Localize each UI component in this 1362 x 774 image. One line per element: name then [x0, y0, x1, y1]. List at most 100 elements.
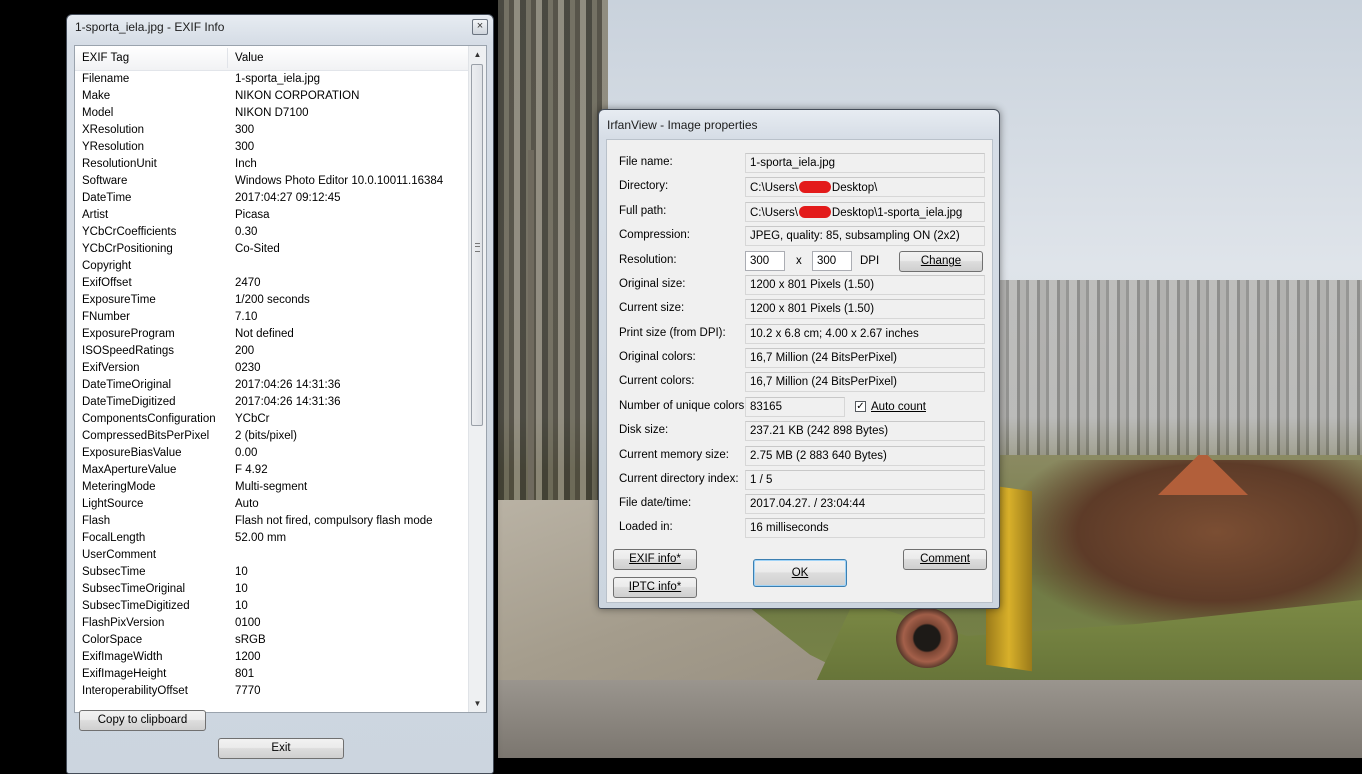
table-row[interactable]: UserComment [75, 547, 471, 564]
exif-tag-cell: FNumber [82, 311, 130, 323]
table-row[interactable]: DateTimeOriginal 2017:04:26 14:31:36 [75, 377, 471, 394]
table-row[interactable]: SubsecTimeDigitized 10 [75, 598, 471, 615]
field-file-datetime[interactable]: 2017.04.27. / 23:04:44 [745, 494, 985, 514]
scroll-down-icon[interactable]: ▼ [469, 695, 486, 712]
exif-tag-cell: DateTimeDigitized [82, 396, 176, 408]
auto-count-checkbox[interactable]: ✓ [855, 401, 866, 412]
field-original-size[interactable]: 1200 x 801 Pixels (1.50) [745, 275, 985, 295]
table-row[interactable]: ExifImageHeight 801 [75, 666, 471, 683]
field-compression[interactable]: JPEG, quality: 85, subsampling ON (2x2) [745, 226, 985, 246]
close-icon[interactable]: × [472, 19, 488, 35]
table-row[interactable]: MeteringMode Multi-segment [75, 479, 471, 496]
resolution-separator: x [796, 255, 802, 267]
table-row[interactable]: Copyright [75, 258, 471, 275]
table-row[interactable]: Model NIKON D7100 [75, 105, 471, 122]
table-row[interactable]: ExposureProgram Not defined [75, 326, 471, 343]
exif-tag-cell: Artist [82, 209, 109, 221]
table-row[interactable]: ExifVersion 0230 [75, 360, 471, 377]
exif-tag-cell: YCbCrPositioning [82, 243, 173, 255]
scroll-up-icon[interactable]: ▲ [469, 46, 486, 63]
table-row[interactable]: Software Windows Photo Editor 10.0.10011.… [75, 173, 471, 190]
props-titlebar[interactable]: IrfanView - Image properties [599, 110, 999, 136]
table-row[interactable]: SubsecTime 10 [75, 564, 471, 581]
table-row[interactable]: ResolutionUnit Inch [75, 156, 471, 173]
table-row[interactable]: SubsecTimeOriginal 10 [75, 581, 471, 598]
concrete-pipe [896, 608, 958, 668]
table-row[interactable]: ColorSpace sRGB [75, 632, 471, 649]
exif-value-cell: NIKON D7100 [235, 107, 309, 119]
table-row[interactable]: ExposureBiasValue 0.00 [75, 445, 471, 462]
table-row[interactable]: MaxApertureValue F 4.92 [75, 462, 471, 479]
exit-button[interactable]: Exit [218, 738, 344, 759]
field-unique-colors[interactable]: 83165 [745, 397, 845, 417]
field-directory[interactable]: C:\Users\ Desktop\ [745, 177, 985, 197]
label-current-colors: Current colors: [619, 375, 695, 387]
table-row[interactable]: ExposureTime 1/200 seconds [75, 292, 471, 309]
table-row[interactable]: Make NIKON CORPORATION [75, 88, 471, 105]
full-path-prefix: C:\Users\ [750, 207, 798, 219]
auto-count-label[interactable]: Auto count [871, 401, 926, 413]
change-button[interactable]: Change [899, 251, 983, 272]
table-row[interactable]: FocalLength 52.00 mm [75, 530, 471, 547]
table-row[interactable]: XResolution 300 [75, 122, 471, 139]
auto-count-text: Auto count [871, 401, 926, 413]
field-disk-size[interactable]: 237.21 KB (242 898 Bytes) [745, 421, 985, 441]
exif-rows: Filename 1-sporta_iela.jpg Make NIKON CORPO… [75, 71, 471, 700]
table-row[interactable]: YCbCrCoefficients 0.30 [75, 224, 471, 241]
table-row[interactable]: ExifOffset 2470 [75, 275, 471, 292]
table-row[interactable]: LightSource Auto [75, 496, 471, 513]
exif-value-cell: 0230 [235, 362, 261, 374]
exif-info-button[interactable]: EXIF info* [613, 549, 697, 570]
exif-value-cell: sRGB [235, 634, 266, 646]
table-row[interactable]: YResolution 300 [75, 139, 471, 156]
exif-value-cell: 2017:04:26 14:31:36 [235, 396, 341, 408]
field-dir-index[interactable]: 1 / 5 [745, 470, 985, 490]
resolution-x-input[interactable]: 300 [745, 251, 785, 271]
copy-to-clipboard-button[interactable]: Copy to clipboard [79, 710, 206, 731]
table-row[interactable]: Artist Picasa [75, 207, 471, 224]
field-current-colors[interactable]: 16,7 Million (24 BitsPerPixel) [745, 372, 985, 392]
scrollbar-thumb[interactable] [471, 64, 483, 426]
vertical-scrollbar[interactable]: ▲ ▼ [468, 46, 486, 712]
table-row[interactable]: CompressedBitsPerPixel 2 (bits/pixel) [75, 428, 471, 445]
resolution-y-input[interactable]: 300 [812, 251, 852, 271]
label-file-name: File name: [619, 156, 673, 168]
table-row[interactable]: Flash Flash not fired, compulsory flash m… [75, 513, 471, 530]
column-separator[interactable] [227, 48, 228, 68]
table-row[interactable]: InteroperabilityOffset 7770 [75, 683, 471, 700]
label-original-size: Original size: [619, 278, 686, 290]
comment-label: Comment [920, 553, 970, 565]
exif-value-cell: 300 [235, 141, 255, 153]
field-memory-size[interactable]: 2.75 MB (2 883 640 Bytes) [745, 446, 985, 466]
exif-list[interactable]: EXIF Tag Value Filename 1-sporta_iela.jpg… [74, 45, 487, 713]
iptc-info-button[interactable]: IPTC info* [613, 577, 697, 598]
label-file-datetime: File date/time: [619, 497, 692, 509]
ok-button[interactable]: OK [753, 559, 847, 587]
table-row[interactable]: ExifImageWidth 1200 [75, 649, 471, 666]
field-current-size[interactable]: 1200 x 801 Pixels (1.50) [745, 299, 985, 319]
comment-button[interactable]: Comment [903, 549, 987, 570]
field-full-path[interactable]: C:\Users\ Desktop\1-sporta_iela.jpg [745, 202, 985, 222]
table-row[interactable]: ComponentsConfiguration YCbCr [75, 411, 471, 428]
table-row[interactable]: DateTimeDigitized 2017:04:26 14:31:36 [75, 394, 471, 411]
table-row[interactable]: DateTime 2017:04:27 09:12:45 [75, 190, 471, 207]
label-memory-size: Current memory size: [619, 449, 729, 461]
field-print-size[interactable]: 10.2 x 6.8 cm; 4.00 x 2.67 inches [745, 324, 985, 344]
exif-value-cell: Windows Photo Editor 10.0.10011.16384 [235, 175, 444, 187]
field-original-colors[interactable]: 16,7 Million (24 BitsPerPixel) [745, 348, 985, 368]
column-header-value[interactable]: Value [235, 52, 264, 64]
table-row[interactable]: ISOSpeedRatings 200 [75, 343, 471, 360]
table-row[interactable]: Filename 1-sporta_iela.jpg [75, 71, 471, 88]
field-loaded-in[interactable]: 16 milliseconds [745, 518, 985, 538]
field-file-name[interactable]: 1-sporta_iela.jpg [745, 153, 985, 173]
table-row[interactable]: FNumber 7.10 [75, 309, 471, 326]
exif-tag-cell: YCbCrCoefficients [82, 226, 177, 238]
exif-value-cell: Picasa [235, 209, 270, 221]
exif-titlebar[interactable]: 1-sporta_iela.jpg - EXIF Info × [67, 15, 493, 41]
table-row[interactable]: FlashPixVersion 0100 [75, 615, 471, 632]
table-row[interactable]: YCbCrPositioning Co-Sited [75, 241, 471, 258]
exif-tag-cell: Copyright [82, 260, 132, 272]
ok-label: OK [791, 567, 809, 579]
label-unique-colors: Number of unique colors: [619, 400, 748, 412]
column-header-tag[interactable]: EXIF Tag [82, 52, 129, 64]
